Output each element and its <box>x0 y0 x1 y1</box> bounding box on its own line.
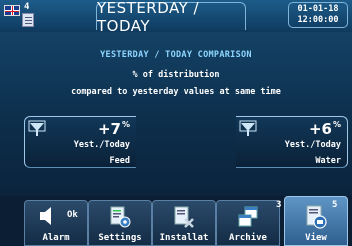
page-title: YESTERDAY / TODAY <box>96 0 246 35</box>
nav-settings-button[interactable]: Settings <box>88 200 152 246</box>
water-comparison-card[interactable]: +6% Yest./Today Water <box>236 116 348 168</box>
comparison-heading: YESTERDAY / TODAY COMPARISON <box>100 50 252 60</box>
comparison-description: compared to yesterday values at same tim… <box>71 87 281 97</box>
feed-comparison-card[interactable]: +7% Yest./Today Feed <box>24 116 136 168</box>
date-text: 01-01-18 <box>297 4 339 14</box>
indicator-number: 4 <box>24 2 30 12</box>
nav-settings-label: Settings <box>98 233 142 243</box>
feed-category: Feed <box>109 156 130 166</box>
water-category: Water <box>315 156 341 166</box>
funnel-icon <box>239 120 257 136</box>
nav-installation-label: Installat <box>159 233 209 243</box>
nav-view-label: View <box>305 233 327 243</box>
feed-value: +7% <box>97 120 130 138</box>
screen: 4 YESTERDAY / TODAY 01-01-18 12:00:00 YE… <box>0 0 352 246</box>
archive-windows-icon <box>238 206 258 227</box>
water-value: +6% <box>308 120 341 138</box>
document-icon[interactable] <box>22 13 34 27</box>
speaker-icon <box>39 207 51 225</box>
nav-archive-button[interactable]: Archive <box>216 200 280 246</box>
datetime-box[interactable]: 01-01-18 12:00:00 <box>288 2 348 28</box>
page-indicator-left: 3 <box>276 200 282 210</box>
feed-label: Yest./Today <box>73 140 130 150</box>
language-flag-icon[interactable] <box>4 5 20 16</box>
nav-archive-label: Archive <box>229 233 267 243</box>
alarm-status-badge: Ok <box>67 210 78 220</box>
settings-document-icon <box>110 206 131 228</box>
water-label: Yest./Today <box>284 140 341 150</box>
nav-installation-button[interactable]: Installat <box>152 200 216 246</box>
installation-document-icon <box>174 206 194 228</box>
top-bar: 4 YESTERDAY / TODAY 01-01-18 12:00:00 <box>0 0 352 35</box>
time-text: 12:00:00 <box>297 15 339 25</box>
distribution-subheading: % of distribution <box>132 70 220 80</box>
nav-alarm-button[interactable]: Ok Alarm <box>24 200 88 246</box>
nav-view-button[interactable]: View <box>284 196 348 246</box>
nav-alarm-label: Alarm <box>42 233 70 243</box>
view-document-icon <box>306 205 327 229</box>
page-indicator-right: 5 <box>332 200 338 210</box>
funnel-icon <box>28 120 46 136</box>
